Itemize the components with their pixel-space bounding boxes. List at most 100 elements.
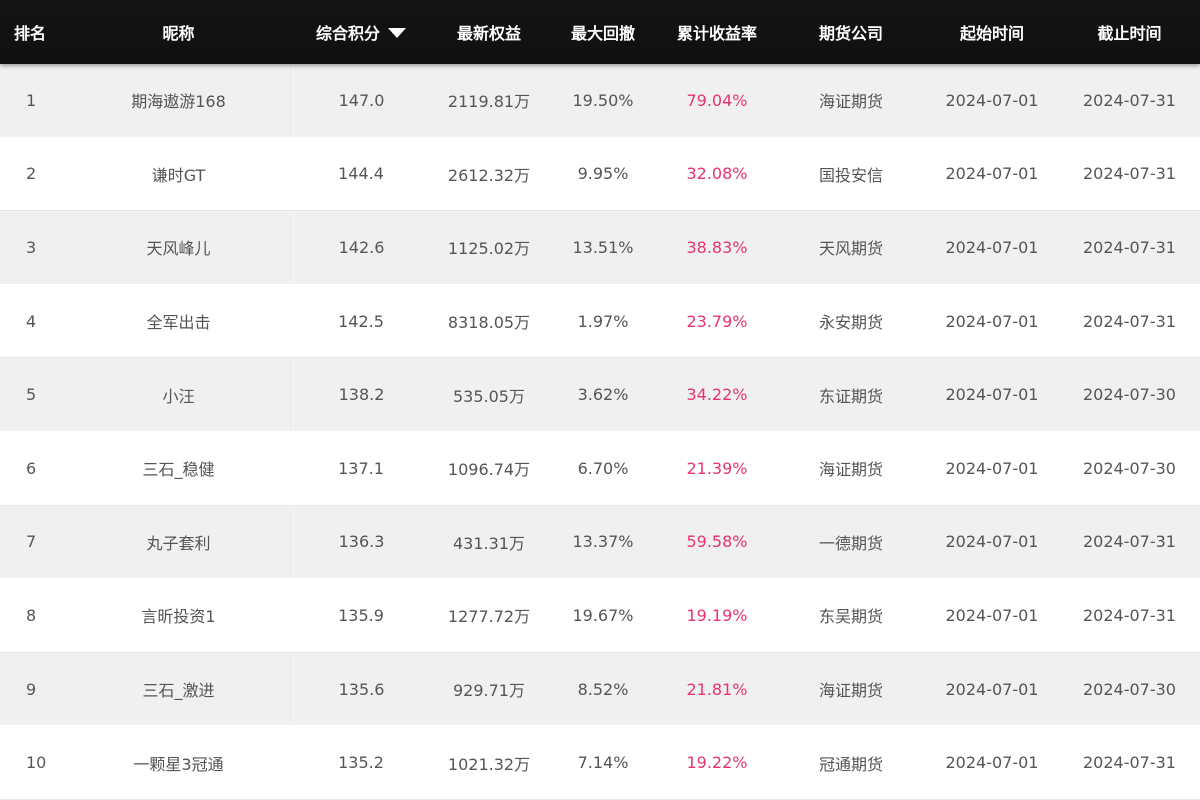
cell-score: 135.9 — [338, 605, 384, 625]
cell-return: 38.83% — [686, 237, 748, 257]
cell-start-date: 2024-07-01 — [945, 532, 1039, 552]
cell-company: 国投安信 — [818, 165, 883, 185]
cell-nickname: 一颗星3冠通 — [133, 754, 224, 774]
table-header: 排名 昵称 综合积分 最新权益 最大回撤 累计收益率 期货公司 起始时间 截止时… — [0, 0, 1200, 64]
cell-drawdown: 7.14% — [577, 753, 629, 773]
header-nickname: 昵称 — [162, 24, 195, 43]
cell-rank: 1 — [26, 90, 37, 110]
cell-end-date: 2024-07-31 — [1083, 311, 1176, 331]
cell-end-date: 2024-07-31 — [1083, 605, 1176, 625]
cell-nickname: 言昕投资1 — [141, 607, 216, 627]
table-row[interactable]: 6 三石_稳健 137.1 1096.74万 6.70% 21.39% 海证期货 2024-0… — [0, 431, 1200, 506]
table-row[interactable]: 9 三石_激进 135.6 929.71万 8.52% 21.81% 海证期货 2024-07… — [0, 652, 1200, 727]
cell-end-date: 2024-07-31 — [1083, 90, 1176, 110]
cell-drawdown: 9.95% — [577, 164, 629, 184]
cell-drawdown: 19.67% — [572, 605, 634, 625]
cell-return: 21.39% — [686, 458, 748, 478]
cell-equity: 1096.74万 — [447, 460, 531, 480]
cell-return: 21.81% — [686, 679, 748, 699]
cell-end-date: 2024-07-31 — [1083, 164, 1176, 184]
cell-return: 19.19% — [686, 605, 748, 625]
cell-start-date: 2024-07-01 — [945, 164, 1039, 184]
table-row[interactable]: 5 小汪 138.2 535.05万 3.62% 34.22% 东证期货 2024-07-01… — [0, 358, 1200, 432]
cell-drawdown: 6.70% — [577, 458, 629, 478]
table-row[interactable]: 8 言昕投资1 135.9 1277.72万 19.67% 19.19% 东吴期货 2024-… — [0, 579, 1200, 653]
table-row[interactable]: 10 一颗星3冠通 135.2 1021.32万 7.14% 19.22% 冠通期货 2024… — [0, 726, 1200, 800]
cell-score: 142.6 — [293, 211, 429, 284]
cell-equity: 535.05万 — [453, 386, 525, 406]
cell-company: 天风期货 — [818, 239, 883, 259]
cell-rank: 4 — [26, 311, 37, 331]
cell-end-date: 2024-07-31 — [1083, 237, 1176, 257]
cell-drawdown: 13.51% — [572, 237, 634, 257]
header-rank: 排名 — [14, 24, 47, 43]
header-end: 截止时间 — [1097, 24, 1162, 43]
table-row[interactable]: 3 天风峰儿 142.6 1125.02万 13.51% 38.83% 天风期货 2024-0… — [0, 211, 1200, 285]
cell-company: 一德期货 — [818, 533, 883, 553]
cell-company: 海证期货 — [818, 92, 883, 112]
cell-rank: 3 — [26, 237, 37, 257]
cell-equity: 2119.81万 — [447, 92, 531, 112]
cell-equity: 929.71万 — [453, 681, 525, 701]
cell-nickname: 谦时GT — [151, 165, 206, 185]
header-return: 累计收益率 — [676, 24, 757, 43]
cell-company: 冠通期货 — [818, 754, 883, 774]
cell-rank: 9 — [26, 679, 37, 699]
cell-equity: 2612.32万 — [447, 165, 531, 185]
cell-drawdown: 8.52% — [577, 679, 629, 699]
cell-end-date: 2024-07-30 — [1083, 458, 1176, 478]
header-score-label[interactable]: 综合积分 — [316, 20, 380, 44]
cell-return: 23.79% — [686, 311, 748, 331]
cell-equity: 8318.05万 — [447, 313, 531, 333]
cell-return: 32.08% — [686, 164, 748, 184]
cell-equity: 1125.02万 — [447, 239, 531, 259]
cell-nickname: 三石_激进 — [142, 681, 215, 701]
table-row[interactable]: 2 谦时GT 144.4 2612.32万 9.95% 32.08% 国投安信 2024-07… — [0, 137, 1200, 212]
cell-start-date: 2024-07-01 — [945, 605, 1039, 625]
cell-nickname: 丸子套利 — [146, 533, 211, 553]
table-body: 1 期海遨游168 147.0 2119.81万 19.50% 79.04% 海证期货 202… — [0, 64, 1200, 800]
cell-rank: 2 — [26, 164, 37, 184]
table-row[interactable]: 7 丸子套利 136.3 431.31万 13.37% 59.58% 一德期货 2024-07… — [0, 505, 1200, 580]
cell-rank: 5 — [26, 385, 37, 405]
cell-score: 137.1 — [338, 458, 384, 478]
cell-score: 138.2 — [293, 358, 429, 431]
cell-start-date: 2024-07-01 — [945, 311, 1039, 331]
cell-score: 135.2 — [338, 753, 384, 773]
cell-nickname: 全军出击 — [146, 313, 211, 333]
cell-equity: 1277.72万 — [447, 607, 531, 627]
cell-nickname: 天风峰儿 — [146, 239, 211, 259]
cell-end-date: 2024-07-30 — [1083, 385, 1176, 405]
cell-return: 59.58% — [686, 532, 748, 552]
cell-end-date: 2024-07-31 — [1083, 532, 1176, 552]
cell-start-date: 2024-07-01 — [945, 90, 1039, 110]
cell-company: 东证期货 — [818, 386, 883, 406]
cell-drawdown: 13.37% — [572, 532, 634, 552]
table-row[interactable]: 4 全军出击 142.5 8318.05万 1.97% 23.79% 永安期货 2024-07… — [0, 284, 1200, 359]
cell-nickname: 小汪 — [162, 386, 195, 406]
table-row[interactable]: 1 期海遨游168 147.0 2119.81万 19.50% 79.04% 海证期货 202… — [0, 64, 1200, 138]
cell-rank: 8 — [26, 605, 37, 625]
cell-score: 147.0 — [293, 64, 429, 137]
cell-start-date: 2024-07-01 — [945, 753, 1039, 773]
caret-down-icon[interactable] — [388, 28, 406, 38]
cell-drawdown: 1.97% — [577, 311, 629, 331]
cell-drawdown: 19.50% — [572, 90, 634, 110]
ranking-table: 排名 昵称 综合积分 最新权益 最大回撤 累计收益率 期货公司 起始时间 截止时… — [0, 0, 1200, 800]
cell-return: 79.04% — [686, 90, 748, 110]
cell-nickname: 期海遨游168 — [131, 92, 226, 112]
cell-score: 144.4 — [338, 164, 384, 184]
header-start: 起始时间 — [959, 24, 1024, 43]
cell-end-date: 2024-07-31 — [1083, 753, 1176, 773]
header-score[interactable]: 综合积分 — [293, 0, 429, 64]
cell-rank: 6 — [26, 458, 37, 478]
cell-end-date: 2024-07-30 — [1083, 679, 1176, 699]
cell-start-date: 2024-07-01 — [945, 385, 1039, 405]
cell-equity: 431.31万 — [453, 533, 525, 553]
cell-equity: 1021.32万 — [447, 754, 531, 774]
cell-score: 142.5 — [338, 311, 384, 331]
cell-drawdown: 3.62% — [577, 385, 629, 405]
cell-return: 19.22% — [686, 753, 748, 773]
cell-nickname: 三石_稳健 — [142, 460, 215, 480]
cell-company: 海证期货 — [818, 681, 883, 701]
